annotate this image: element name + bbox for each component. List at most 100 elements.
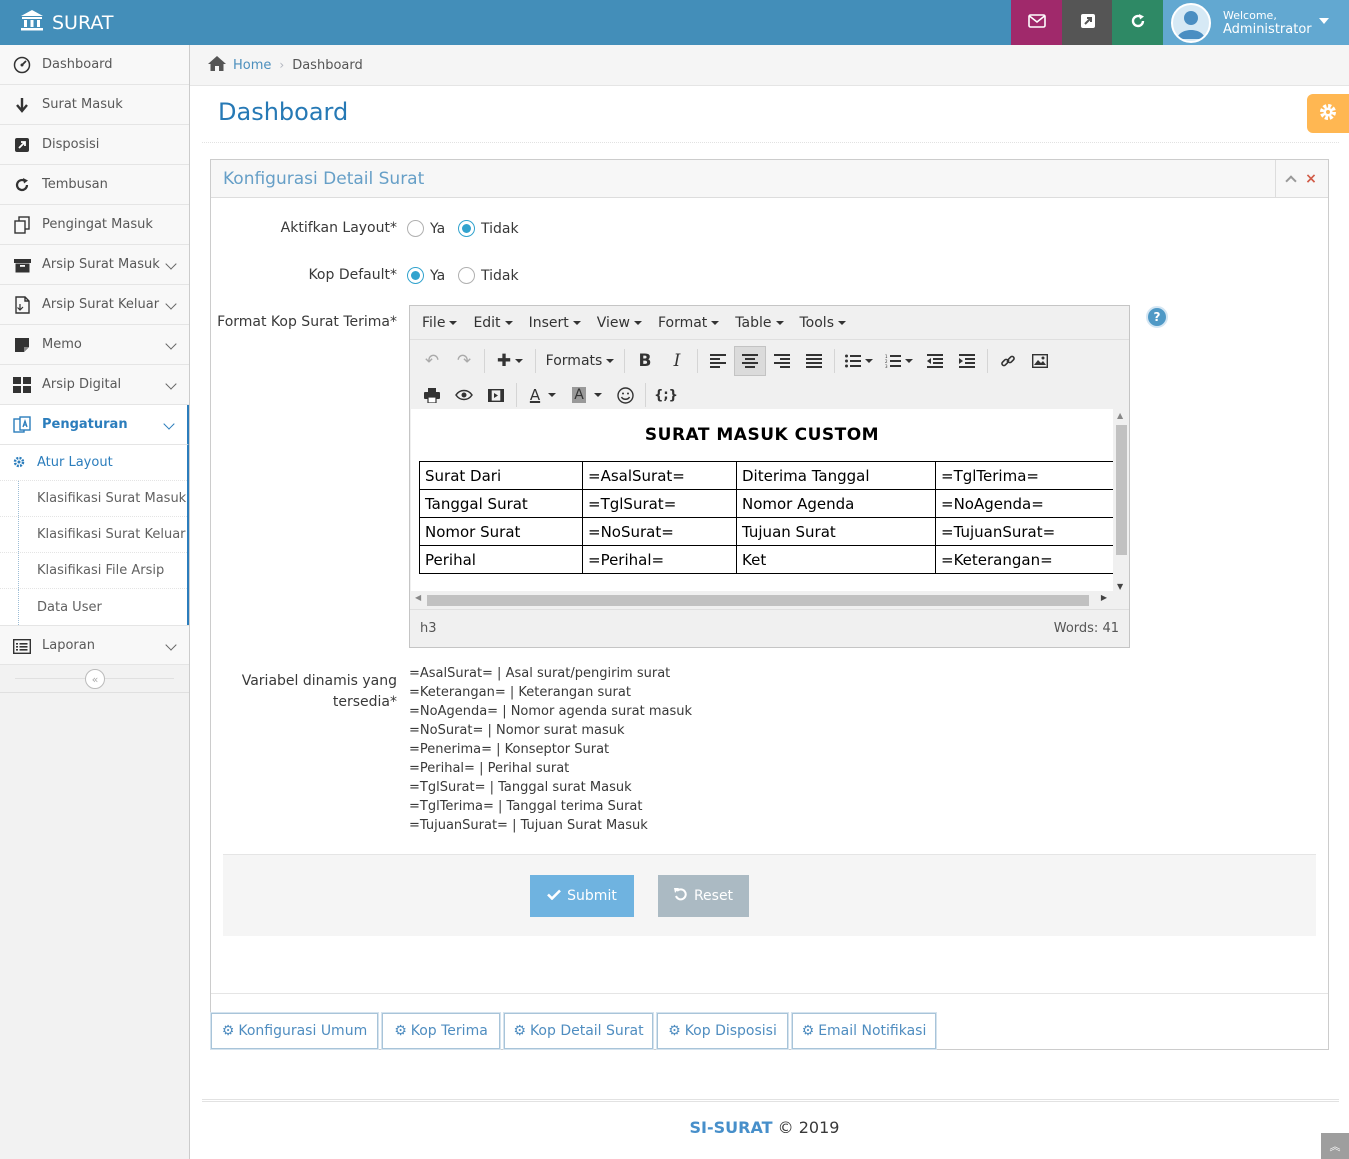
submenu-item-atur-layout[interactable]: Atur Layout	[0, 445, 187, 481]
list-item: =Keterangan= | Keterangan surat	[409, 685, 631, 700]
editor-statusbar: h3 Words: 41	[410, 609, 1129, 647]
align-right-icon[interactable]	[766, 346, 798, 376]
submenu-item-klasifikasi-file-arsip[interactable]: Klasifikasi File Arsip	[0, 553, 187, 589]
sidebar-item-arsip-surat-keluar[interactable]: Arsip Surat Keluar	[0, 285, 189, 325]
sidebar-item-label: Arsip Digital	[42, 377, 122, 392]
messages-button[interactable]	[1011, 0, 1062, 45]
menu-insert[interactable]: Insert	[521, 315, 589, 331]
menu-format[interactable]: Format	[650, 315, 727, 331]
close-icon[interactable]: ×	[1305, 171, 1317, 187]
background-color-icon[interactable]: A	[565, 380, 609, 410]
menu-file[interactable]: File	[414, 315, 465, 331]
chevron-down-icon	[165, 639, 177, 651]
numbered-list-icon[interactable]: 123	[879, 346, 919, 376]
insert-plus-icon[interactable]: ✚	[489, 346, 531, 376]
submenu-item-klasifikasi-surat-masuk[interactable]: Klasifikasi Surat Masuk	[0, 481, 187, 517]
indent-icon[interactable]	[951, 346, 983, 376]
layout-radio-tidak[interactable]: Tidak	[458, 220, 519, 237]
italic-icon[interactable]: I	[661, 346, 693, 376]
breadcrumb-home-link[interactable]: Home	[233, 58, 271, 73]
undo-icon[interactable]: ↶	[416, 346, 448, 376]
sidebar-item-label: Dashboard	[42, 57, 113, 72]
sidebar-item-arsip-surat-masuk[interactable]: Arsip Surat Masuk	[0, 245, 189, 285]
scrollbar-thumb[interactable]	[427, 595, 1089, 606]
submenu-item-klasifikasi-surat-keluar[interactable]: Klasifikasi Surat Keluar	[0, 517, 187, 553]
submenu-item-data-user[interactable]: Data User	[0, 589, 187, 625]
align-justify-icon[interactable]	[798, 346, 830, 376]
brand[interactable]: SURAT	[20, 0, 114, 45]
footer-brand: SI-SURAT	[689, 1118, 773, 1137]
widget-footer-divider	[211, 993, 1328, 994]
table-row: Nomor Surat =NoSurat= Tujuan Surat =Tuju…	[419, 517, 1113, 546]
home-icon	[208, 55, 226, 75]
formats-dropdown[interactable]: Formats	[540, 346, 620, 376]
menu-view[interactable]: View	[589, 315, 650, 331]
gear-icon: ⚙	[221, 1023, 235, 1039]
kop-radio-tidak[interactable]: Tidak	[458, 267, 519, 284]
bold-icon[interactable]: B	[629, 346, 661, 376]
gear-icon: ⚙	[394, 1023, 407, 1039]
sidebar-item-memo[interactable]: Memo	[0, 325, 189, 365]
check-icon	[547, 888, 562, 904]
sidebar-item-label: Arsip Surat Masuk	[42, 257, 160, 272]
sidebar-item-disposisi[interactable]: Disposisi	[0, 125, 189, 165]
sidebar-item-tembusan[interactable]: Tembusan	[0, 165, 189, 205]
double-angle-left-icon: «	[91, 672, 99, 686]
redo-icon[interactable]: ↷	[448, 346, 480, 376]
footer-divider	[202, 1099, 1339, 1102]
sidebar-collapse-button[interactable]: «	[85, 669, 105, 689]
menu-table[interactable]: Table	[727, 315, 791, 331]
list-item: =TglTerima= | Tanggal terima Surat	[409, 799, 643, 814]
outdent-icon[interactable]	[919, 346, 951, 376]
tab-konfigurasi-umum[interactable]: ⚙ Konfigurasi Umum	[210, 1012, 379, 1050]
bullet-list-icon[interactable]	[839, 346, 879, 376]
align-left-icon[interactable]	[702, 346, 734, 376]
image-icon[interactable]	[1024, 346, 1056, 376]
print-icon[interactable]	[416, 380, 448, 410]
sidebar-collapse-bar: «	[0, 665, 189, 693]
widget-title: Konfigurasi Detail Surat	[223, 168, 425, 189]
settings-toggle-button[interactable]	[1307, 94, 1349, 133]
variables-list: =AsalSurat= | Asal surat/pengirim surat …	[409, 664, 692, 835]
sidebar-item-surat-masuk[interactable]: Surat Masuk	[0, 85, 189, 125]
tab-email-notifikasi[interactable]: ⚙ Email Notifikasi	[791, 1012, 937, 1050]
editor-content-area[interactable]: SURAT MASUK CUSTOM Surat Dari =AsalSurat…	[411, 409, 1113, 591]
menu-edit[interactable]: Edit	[465, 315, 520, 331]
sidebar-item-laporan[interactable]: Laporan	[0, 625, 189, 665]
user-name: Administrator	[1223, 21, 1312, 37]
user-menu[interactable]: Welcome, Administrator	[1163, 0, 1349, 45]
tab-kop-disposisi[interactable]: ⚙ Kop Disposisi	[656, 1012, 789, 1050]
emoticons-icon[interactable]	[609, 380, 641, 410]
archive-icon	[13, 256, 31, 274]
collapse-icon[interactable]	[1285, 174, 1297, 187]
editor-vertical-scrollbar[interactable]: ▲ ▼	[1113, 409, 1129, 591]
sidebar-item-pengaturan[interactable]: Pengaturan	[0, 405, 189, 445]
media-icon[interactable]	[480, 380, 512, 410]
refresh-button[interactable]	[1112, 0, 1163, 45]
form-actions: Submit Reset	[223, 854, 1316, 936]
tab-kop-terima[interactable]: ⚙ Kop Terima	[381, 1012, 501, 1050]
sidebar-item-label: Pengingat Masuk	[42, 217, 153, 232]
sidebar-item-pengingat-masuk[interactable]: Pengingat Masuk	[0, 205, 189, 245]
table-cell: =TujuanSurat=	[935, 517, 1113, 546]
breadcrumb-current: Dashboard	[292, 57, 363, 73]
kop-radio-ya[interactable]: Ya	[407, 267, 445, 284]
menu-tools[interactable]: Tools	[792, 315, 855, 331]
help-icon[interactable]: ?	[1146, 306, 1168, 328]
align-center-icon[interactable]	[734, 346, 766, 376]
text-color-icon[interactable]: A	[521, 380, 565, 410]
layout-radio-ya[interactable]: Ya	[407, 220, 445, 237]
code-sample-icon[interactable]: {;}	[650, 380, 682, 410]
table-cell: Ket	[736, 545, 936, 574]
reset-button[interactable]: Reset	[658, 875, 749, 917]
link-icon[interactable]	[992, 346, 1024, 376]
scrollbar-thumb[interactable]	[1116, 425, 1127, 555]
external-link-button[interactable]	[1062, 0, 1113, 45]
sidebar-item-dashboard[interactable]: Dashboard	[0, 45, 189, 85]
submit-button[interactable]: Submit	[530, 875, 634, 917]
scroll-up-button[interactable]: ︽	[1321, 1133, 1349, 1159]
editor-horizontal-scrollbar[interactable]: ◀ ▶	[411, 591, 1129, 608]
preview-eye-icon[interactable]	[448, 380, 480, 410]
tab-kop-detail-surat[interactable]: ⚙ Kop Detail Surat	[503, 1012, 654, 1050]
sidebar-item-arsip-digital[interactable]: Arsip Digital	[0, 365, 189, 405]
